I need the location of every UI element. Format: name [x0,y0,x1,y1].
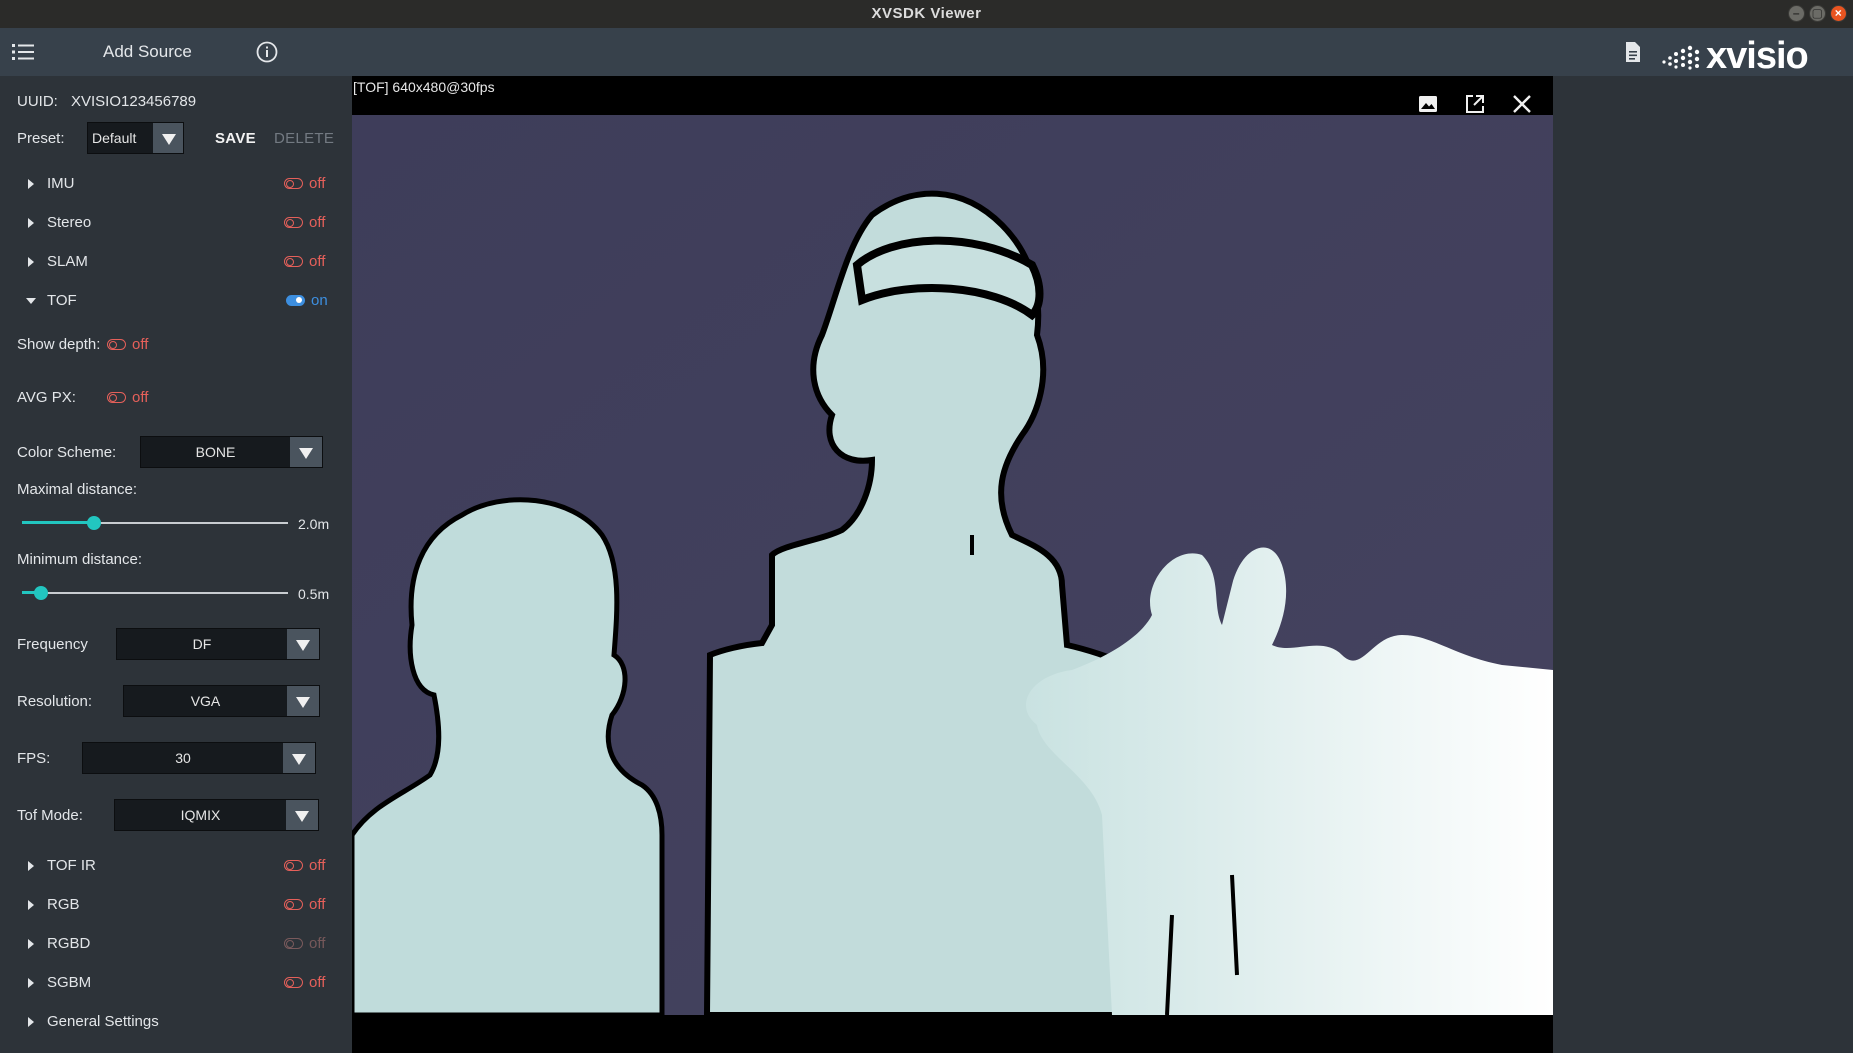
window-title: XVSDK Viewer [871,5,982,22]
min-distance-value: 0.5m [298,586,330,602]
chevron-down-icon[interactable] [290,437,322,467]
frequency-label: Frequency [17,636,88,653]
caret-right-icon [28,218,34,228]
toggle-on-icon [286,294,305,306]
top-toolbar: Add Source xvisio [0,28,1853,76]
window-controls: – ▢ × [1788,5,1847,22]
module-label: RGB [47,896,80,913]
chevron-down-icon[interactable] [153,123,183,153]
slam-toggle[interactable]: off [284,250,325,272]
color-scheme-value: BONE [195,444,236,460]
imu-toggle[interactable]: off [284,172,325,194]
xvisio-logo: xvisio [1662,35,1809,72]
image-snapshot-icon[interactable] [1417,93,1439,115]
document-icon[interactable] [1623,41,1643,63]
avg-px-toggle[interactable]: off [107,386,148,408]
module-label: SLAM [47,253,88,270]
caret-right-icon [28,978,34,988]
caret-right-icon [28,179,34,189]
resolution-label: Resolution: [17,693,93,710]
min-distance-slider[interactable] [22,583,288,603]
add-source-button[interactable]: Add Source [103,42,192,62]
toggle-off-icon [284,859,303,871]
preset-select[interactable]: Default [87,122,184,154]
max-distance-value: 2.0m [298,516,330,532]
stream-info-label: [TOF] 640x480@30fps [353,79,495,95]
fps-select[interactable]: 30 [82,742,316,774]
caret-right-icon [28,1017,34,1027]
rgbd-toggle: off [284,932,325,954]
svg-text:xvisio: xvisio [1706,35,1808,72]
max-distance-slider[interactable] [22,513,288,533]
caret-right-icon [28,939,34,949]
open-external-icon[interactable] [1464,93,1486,115]
save-preset-button[interactable]: SAVE [215,130,256,147]
info-icon[interactable] [256,41,278,63]
fps-label: FPS: [17,750,51,767]
window-titlebar: XVSDK Viewer – ▢ × [0,0,1853,28]
chevron-down-icon[interactable] [287,686,319,716]
module-label: Stereo [47,214,92,231]
toggle-off-icon [284,976,303,988]
uuid-value: XVISIO123456789 [71,93,197,110]
tof-mode-label: Tof Mode: [17,807,83,824]
depth-image [352,115,1553,1015]
min-distance-label: Minimum distance: [17,551,143,568]
viewer-header: [TOF] 640x480@30fps [352,76,1553,115]
maximize-button[interactable]: ▢ [1809,5,1826,22]
minimize-button[interactable]: – [1788,5,1805,22]
color-scheme-label: Color Scheme: [17,444,117,461]
toggle-off-icon [107,338,126,350]
chevron-down-icon[interactable] [287,629,319,659]
preset-label: Preset: [17,130,65,147]
show-depth-label: Show depth: [17,336,101,353]
toggle-off-icon [284,177,303,189]
slider-handle[interactable] [86,516,101,530]
module-label: SGBM [47,974,92,991]
stereo-toggle[interactable]: off [284,211,325,233]
delete-preset-button[interactable]: DELETE [274,130,334,147]
module-label: TOF IR [47,857,96,874]
tof-mode-select[interactable]: IQMIX [114,799,319,831]
max-distance-label: Maximal distance: [17,481,138,498]
toggle-off-icon [107,391,126,403]
uuid-label: UUID: [17,93,58,110]
resolution-select[interactable]: VGA [123,685,320,717]
tof-mode-value: IQMIX [180,807,221,823]
tof-stream-viewer: [TOF] 640x480@30fps [352,76,1553,1053]
module-label: TOF [47,292,77,309]
preset-value: Default [92,130,137,146]
frequency-select[interactable]: DF [116,628,320,660]
caret-down-icon [26,298,36,304]
close-icon[interactable] [1511,93,1533,115]
frequency-value: DF [192,636,212,652]
toggle-off-icon [284,216,303,228]
toggle-off-icon [284,898,303,910]
rgb-toggle[interactable]: off [284,893,325,915]
caret-right-icon [28,861,34,871]
resolution-value: VGA [190,693,221,709]
general-settings-expander[interactable]: General Settings [17,1011,337,1035]
toggle-off-icon [284,255,303,267]
caret-right-icon [28,257,34,267]
caret-right-icon [28,900,34,910]
chevron-down-icon[interactable] [283,743,315,773]
toggle-off-icon [284,937,303,949]
sgbm-toggle[interactable]: off [284,971,325,993]
show-depth-toggle[interactable]: off [107,333,148,355]
fps-value: 30 [175,750,191,766]
list-menu-icon[interactable] [12,42,36,62]
slider-handle[interactable] [33,586,48,600]
settings-sidebar: UUID: XVISIO123456789 Preset: Default SA… [0,76,352,1053]
module-label: IMU [47,175,75,192]
color-scheme-select[interactable]: BONE [140,436,323,468]
tof-ir-toggle[interactable]: off [284,854,325,876]
general-settings-label: General Settings [47,1013,159,1030]
right-empty-panel [1553,76,1853,1053]
avg-px-label: AVG PX: [17,389,76,406]
chevron-down-icon[interactable] [286,800,318,830]
tof-toggle[interactable]: on [286,289,328,311]
module-label: RGBD [47,935,91,952]
close-window-button[interactable]: × [1830,5,1847,22]
